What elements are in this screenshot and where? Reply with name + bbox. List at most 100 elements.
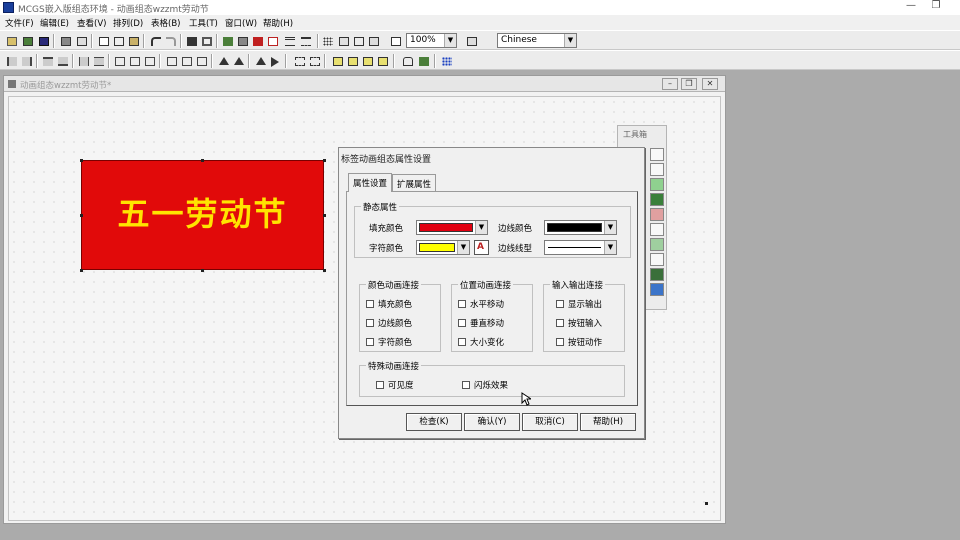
zoom-select[interactable]: 100% ▼ [406,33,457,48]
tab-extended-attributes[interactable]: 扩展属性 [392,174,436,192]
redo-button[interactable] [163,34,178,48]
menu-help[interactable]: 帮助(H) [263,17,293,29]
doc-restore-button[interactable]: ❐ [681,78,697,90]
resize-handle[interactable] [80,269,83,272]
cube-tool-icon[interactable] [650,268,664,281]
bring-front-icon[interactable] [330,54,345,68]
same-height-icon[interactable] [127,54,142,68]
resize-handle[interactable] [323,159,326,162]
border-style-picker[interactable]: ▼ [544,240,617,255]
image-tool-icon[interactable] [650,193,664,206]
same-size-icon[interactable] [142,54,157,68]
border-color-checkbox[interactable]: 边线颜色 [366,317,412,329]
lock-icon[interactable] [400,54,415,68]
undo-button[interactable] [148,34,163,48]
resize-handle[interactable] [201,159,204,162]
resize-handle[interactable] [201,269,204,272]
font-color-button[interactable] [250,34,265,48]
element-library-icon[interactable] [650,283,664,296]
resize-handle[interactable] [323,269,326,272]
unlock-icon[interactable] [416,54,431,68]
copy-button[interactable] [111,34,126,48]
menu-edit[interactable]: 编辑(E) [40,17,69,29]
display-output-checkbox[interactable]: 显示输出 [556,298,602,310]
bring-forward-icon[interactable] [360,54,375,68]
send-backward-icon[interactable] [375,54,390,68]
space-h-icon[interactable] [164,54,179,68]
open-button[interactable] [20,34,35,48]
chart-tool-icon[interactable] [650,178,664,191]
menu-arrange[interactable]: 排列(D) [113,17,143,29]
frame-icon[interactable] [292,54,307,68]
menu-view[interactable]: 查看(V) [77,17,106,29]
language-icon[interactable] [464,34,479,48]
horizontal-move-checkbox[interactable]: 水平移动 [458,298,504,310]
same-width-icon[interactable] [112,54,127,68]
print-button[interactable] [58,34,73,48]
arc-tool-icon[interactable] [650,148,664,161]
align-right-icon[interactable] [19,54,34,68]
toolbox-button[interactable] [184,34,199,48]
house-tool-icon[interactable] [650,253,664,266]
text-color-picker[interactable]: ▼ [416,240,470,255]
flip-vertical-icon[interactable] [231,54,246,68]
text-color-checkbox[interactable]: 字符颜色 [366,336,412,348]
canvas-corner-handle[interactable] [705,502,708,505]
label-element[interactable]: 五一劳动节 [81,160,324,270]
tab-attribute-settings[interactable]: 属性设置 [348,173,392,192]
help-pointer-button[interactable] [388,34,403,48]
rotate-right-icon[interactable] [268,54,283,68]
fill-color-button[interactable] [220,34,235,48]
size-change-checkbox[interactable]: 大小变化 [458,336,504,348]
blink-effect-checkbox[interactable]: 闪烁效果 [462,379,508,391]
menu-tools[interactable]: 工具(T) [189,17,218,29]
pipe-tool-icon[interactable] [650,238,664,251]
align-top-icon[interactable] [40,54,55,68]
vertical-move-checkbox[interactable]: 垂直移动 [458,317,504,329]
cancel-button[interactable]: 取消(C) [522,413,578,431]
font-settings-icon[interactable]: A [474,240,489,255]
grid-align-icon[interactable] [439,54,454,68]
cut-button[interactable] [96,34,111,48]
center-vertical-icon[interactable] [91,54,106,68]
fill-color-checkbox[interactable]: 填充颜色 [366,298,412,310]
help-button[interactable]: 帮助(H) [580,413,636,431]
resize-handle[interactable] [80,214,83,217]
button-action-checkbox[interactable]: 按钮动作 [556,336,602,348]
menu-file[interactable]: 文件(F) [5,17,34,29]
align-bottom-icon[interactable] [55,54,70,68]
paste-button[interactable] [126,34,141,48]
ellipse-tool-icon[interactable] [650,163,664,176]
rotate-left-icon[interactable] [253,54,268,68]
font-button[interactable] [265,34,280,48]
flag-tool-icon[interactable] [650,208,664,221]
group-button[interactable] [199,34,214,48]
check-button[interactable] [351,34,366,48]
flip-horizontal-icon[interactable] [216,54,231,68]
center-horizontal-icon[interactable] [76,54,91,68]
visibility-checkbox[interactable]: 可见度 [376,379,414,391]
rotate-tool-icon[interactable] [650,223,664,236]
space-equal-icon[interactable] [194,54,209,68]
language-select[interactable]: Chinese ▼ [497,33,577,48]
border-color-picker[interactable]: ▼ [544,220,617,235]
line-style-button[interactable] [282,34,297,48]
resize-handle[interactable] [323,214,326,217]
line-width-button[interactable] [298,34,313,48]
resize-handle[interactable] [80,159,83,162]
doc-minimize-button[interactable]: – [662,78,678,90]
confirm-button[interactable]: 确认(Y) [464,413,520,431]
line-color-button[interactable] [235,34,250,48]
align-left-icon[interactable] [4,54,19,68]
send-back-icon[interactable] [345,54,360,68]
window-layout-button[interactable] [336,34,351,48]
save-button[interactable] [36,34,51,48]
test-button[interactable] [366,34,381,48]
space-v-icon[interactable] [179,54,194,68]
menu-table[interactable]: 表格(B) [151,17,180,29]
fill-color-picker[interactable]: ▼ [416,220,488,235]
frame-fit-icon[interactable] [307,54,322,68]
grid-button[interactable] [320,34,335,48]
new-window-button[interactable] [4,34,19,48]
button-input-checkbox[interactable]: 按钮输入 [556,317,602,329]
